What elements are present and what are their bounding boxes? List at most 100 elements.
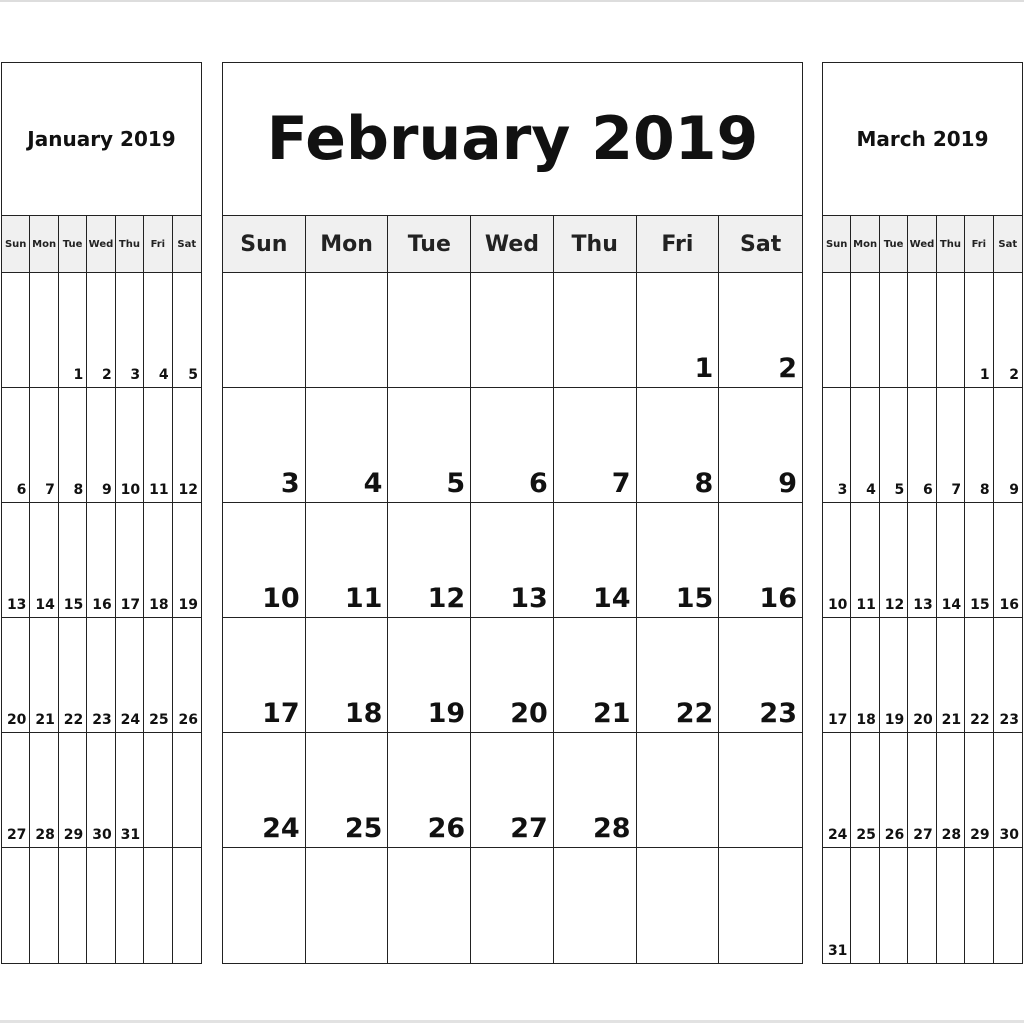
day-cell xyxy=(937,848,966,963)
day-cell: 15 xyxy=(58,503,88,618)
day-cell xyxy=(144,848,173,963)
day-cell xyxy=(936,273,966,388)
weekday-label: Thu xyxy=(115,216,145,273)
day-cell: 1 xyxy=(58,273,88,388)
day-cell: 19 xyxy=(388,618,472,733)
day-cell xyxy=(223,273,306,388)
weekday-header: Sun Mon Tue Wed Thu Fri Sat xyxy=(223,216,802,273)
day-cell: 16 xyxy=(719,503,802,618)
calendar-march: March 2019 Sun Mon Tue Wed Thu Fri Sat 1 2 3 4 5 6 7 8 9… xyxy=(822,62,1023,964)
day-cell: 16 xyxy=(993,503,1022,618)
week-row: 17 18 19 20 21 22 23 xyxy=(823,618,1022,733)
day-cell: 29 xyxy=(965,733,994,848)
weekday-label: Mon xyxy=(30,216,59,273)
day-cell: 14 xyxy=(30,503,59,618)
day-cell: 31 xyxy=(115,733,145,848)
day-cell xyxy=(719,733,802,848)
day-cell xyxy=(994,848,1022,963)
day-cell: 11 xyxy=(305,503,389,618)
weekday-label: Wed xyxy=(87,216,116,273)
day-cell: 16 xyxy=(87,503,116,618)
day-cell: 9 xyxy=(993,388,1022,503)
week-row: 3456789 xyxy=(223,388,802,503)
day-cell xyxy=(306,848,389,963)
day-cell: 5 xyxy=(879,388,909,503)
day-cell xyxy=(223,848,306,963)
day-cell: 1 xyxy=(965,273,994,388)
day-cell: 13 xyxy=(2,503,31,618)
day-cell: 25 xyxy=(305,733,389,848)
week-row: 24 25 26 27 28 29 30 xyxy=(823,733,1022,848)
day-cell: 17 xyxy=(115,503,145,618)
week-row: 10 11 12 13 14 15 16 xyxy=(223,503,802,618)
day-cell xyxy=(388,848,472,963)
day-cell: 13 xyxy=(471,503,554,618)
day-cell: 18 xyxy=(144,503,173,618)
weekday-header: Sun Mon Tue Wed Thu Fri Sat xyxy=(823,216,1022,273)
day-cell xyxy=(87,848,116,963)
day-cell: 27 xyxy=(2,733,31,848)
weekday-label: Thu xyxy=(553,216,637,273)
calendar-january: January 2019 Sun Mon Tue Wed Thu Fri Sat 1 2 3 4 5 6 7… xyxy=(1,62,202,964)
day-cell: 26 xyxy=(388,733,472,848)
day-cell: 12 xyxy=(879,503,909,618)
day-cell: 22 xyxy=(965,618,994,733)
day-cell: 26 xyxy=(879,733,909,848)
day-cell: 14 xyxy=(553,503,637,618)
day-cell: 15 xyxy=(636,503,720,618)
weekday-label: Fri xyxy=(636,216,720,273)
day-cell: 28 xyxy=(30,733,59,848)
day-cell: 21 xyxy=(30,618,59,733)
calendar-february: February 2019 Sun Mon Tue Wed Thu Fri Sat 1 2 3 4 5 6… xyxy=(222,62,803,964)
day-cell xyxy=(554,848,637,963)
day-cell xyxy=(823,273,852,388)
day-cell: 10 xyxy=(115,388,145,503)
weekday-label: Fri xyxy=(965,216,994,273)
day-cell: 12 xyxy=(388,503,472,618)
month-title: March 2019 xyxy=(823,63,1022,216)
day-cell: 22 xyxy=(58,618,88,733)
weekday-label: Wed xyxy=(908,216,937,273)
day-cell: 24 xyxy=(115,618,145,733)
day-cell xyxy=(30,848,59,963)
day-cell: 7 xyxy=(936,388,966,503)
day-cell: 24 xyxy=(823,733,852,848)
day-cell xyxy=(116,848,145,963)
day-cell: 11 xyxy=(851,503,880,618)
day-cell: 2 xyxy=(993,273,1022,388)
day-cell: 27 xyxy=(471,733,554,848)
weekday-label: Mon xyxy=(305,216,389,273)
week-row: 12 xyxy=(823,273,1022,388)
day-cell: 8 xyxy=(636,388,720,503)
week-row: 6 7 8 9 10 11 12 xyxy=(2,388,201,503)
day-cell xyxy=(173,848,201,963)
day-cell: 29 xyxy=(58,733,88,848)
day-cell: 4 xyxy=(305,388,389,503)
day-cell xyxy=(553,273,637,388)
day-cell: 12 xyxy=(172,388,201,503)
day-cell: 28 xyxy=(553,733,637,848)
top-border xyxy=(0,0,1024,2)
day-cell: 19 xyxy=(879,618,909,733)
day-cell xyxy=(637,848,720,963)
day-cell: 9 xyxy=(87,388,116,503)
day-cell xyxy=(719,848,802,963)
week-row: 12 xyxy=(223,273,802,388)
week-row xyxy=(2,848,201,963)
day-cell: 10 xyxy=(823,503,852,618)
day-cell: 25 xyxy=(851,733,880,848)
day-cell: 11 xyxy=(144,388,173,503)
week-row: 17 18 19 20 21 22 23 xyxy=(223,618,802,733)
day-cell xyxy=(305,273,389,388)
day-cell xyxy=(2,273,31,388)
day-cell xyxy=(471,273,554,388)
day-cell: 3 xyxy=(223,388,306,503)
weekday-label: Sat xyxy=(719,216,802,273)
weekday-label: Mon xyxy=(851,216,880,273)
day-cell: 4 xyxy=(144,273,173,388)
week-row: 24 25 26 27 28 xyxy=(223,733,802,848)
weekday-label: Fri xyxy=(144,216,173,273)
day-cell xyxy=(2,848,31,963)
day-cell xyxy=(471,848,554,963)
day-cell: 6 xyxy=(2,388,31,503)
